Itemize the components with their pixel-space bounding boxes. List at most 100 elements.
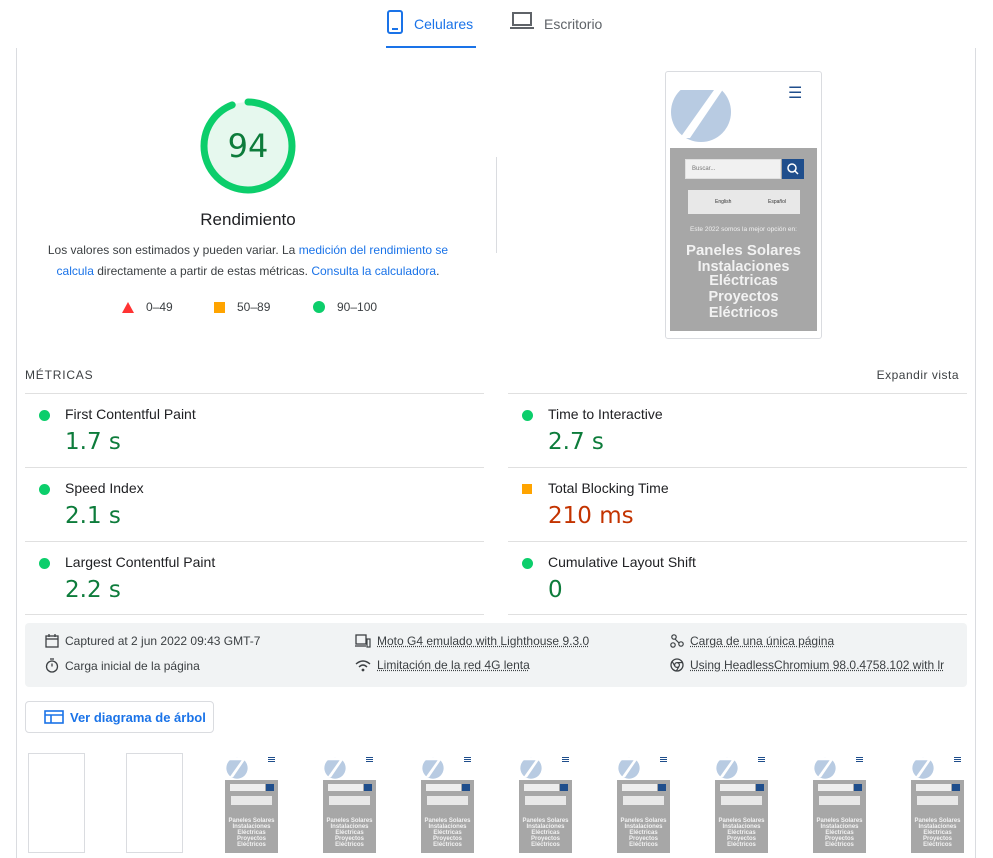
calculator-link[interactable]: Consulta la calculadora — [311, 264, 436, 278]
filmstrip-frame — [28, 753, 85, 853]
thumbnail-language-bar — [917, 796, 958, 805]
site-logo-icon — [618, 755, 640, 779]
info-text: Carga inicial de la página — [65, 659, 200, 673]
info-text: Moto G4 emulado with Lighthouse 9.3.0 — [377, 634, 589, 648]
hamburger-menu-icon — [464, 757, 471, 762]
metric-name: Time to Interactive — [548, 406, 663, 422]
info-text: Limitación de la red 4G lenta — [377, 658, 530, 672]
filmstrip-frame: Paneles Solares Instalaciones Eléctricas Pr… — [420, 753, 477, 853]
metric-total-blocking-time: Total Blocking Time 210 ms — [508, 468, 968, 542]
metric-name: Largest Contentful Paint — [65, 554, 215, 570]
wifi-icon — [355, 659, 371, 672]
thumbnail-hero: Paneles Solares Instalaciones Eléctricas Pr… — [519, 780, 572, 853]
metric-largest-contentful-paint: Largest Contentful Paint 2.2 s — [25, 542, 485, 616]
site-logo-icon — [226, 755, 248, 779]
thumbnail-headline: Paneles Solares Instalaciones Eléctricas Pr… — [519, 818, 572, 848]
treemap-button[interactable]: Ver diagrama de árbol — [25, 701, 214, 733]
hamburger-menu-icon — [954, 757, 961, 762]
thumbnail-headline: Paneles Solares Instalaciones Eléctricas Pr… — [911, 818, 964, 848]
legend-pass: 90–100 — [313, 300, 377, 314]
pass-indicator-icon — [39, 484, 50, 495]
filmstrip-frame: Paneles Solares Instalaciones Eléctricas Pr… — [224, 753, 281, 853]
hamburger-menu-icon — [366, 757, 373, 762]
thumbnail-line: Eléctricos — [421, 842, 474, 848]
filmstrip-frame: Paneles Solares Instalaciones Eléctricas Pr… — [616, 753, 673, 853]
tab-desktop[interactable]: Escritorio — [510, 10, 620, 48]
tab-mobile-label: Celulares — [414, 16, 473, 32]
timer-icon — [45, 658, 59, 673]
thumbnail-search — [524, 784, 559, 791]
expand-view-toggle[interactable]: Expandir vista — [877, 368, 959, 382]
pass-indicator-icon — [39, 558, 50, 569]
metric-speed-index: Speed Index 2.1 s — [25, 468, 485, 542]
metrics-title: MÉTRICAS — [25, 368, 93, 382]
thumbnail-language-bar — [721, 796, 762, 805]
thumbnail-search — [328, 784, 363, 791]
info-throttling[interactable]: Limitación de la red 4G lenta — [355, 658, 530, 672]
thumbnail-line: Eléctricos — [225, 842, 278, 848]
desc-text-3: . — [436, 264, 439, 278]
thumbnail-line: Eléctricos — [911, 842, 964, 848]
legend-average: 50–89 — [214, 300, 270, 314]
filmstrip-frame: Paneles Solares Instalaciones Eléctricas Pr… — [714, 753, 771, 853]
thumbnail-language-bar — [329, 796, 370, 805]
thumbnail-language-bar — [623, 796, 664, 805]
thumbnail-hero: Paneles Solares Instalaciones Eléctricas Pr… — [617, 780, 670, 853]
site-logo-icon — [814, 755, 836, 779]
filmstrip-frame: Paneles Solares Instalaciones Eléctricas Pr… — [910, 753, 967, 853]
screenshot-lang-en: English — [715, 199, 731, 205]
thumbnail-line: Eléctricos — [813, 842, 866, 848]
hamburger-menu-icon — [562, 757, 569, 762]
divider — [496, 157, 497, 253]
thumbnail-headline: Paneles Solares Instalaciones Eléctricas Pr… — [225, 818, 278, 848]
thumbnail-hero: Paneles Solares Instalaciones Eléctricas Pr… — [421, 780, 474, 853]
info-session[interactable]: Carga de una única página — [670, 634, 834, 648]
treemap-icon — [44, 710, 64, 724]
calendar-icon — [45, 634, 59, 648]
info-device[interactable]: Moto G4 emulado with Lighthouse 9.3.0 — [355, 634, 589, 648]
tab-mobile[interactable]: Celulares — [386, 10, 476, 48]
thumbnail-language-bar — [231, 796, 272, 805]
info-browser[interactable]: Using HeadlessChromium 98.0.4758.102 wit… — [670, 658, 944, 672]
hamburger-menu-icon — [758, 757, 765, 762]
thumbnail-search-button — [364, 784, 372, 791]
triangle-icon — [122, 302, 134, 313]
thumbnail-search — [426, 784, 461, 791]
thumbnail-language-bar — [525, 796, 566, 805]
form-factor-tabs: Celulares Escritorio — [0, 0, 993, 48]
filmstrip-frame — [126, 753, 183, 853]
screenshot-language-bar: English Español — [688, 190, 800, 214]
metric-name: Cumulative Layout Shift — [548, 554, 696, 570]
screenshot-tagline: Este 2022 somos la mejor opción en: — [670, 226, 817, 233]
info-text: Using HeadlessChromium 98.0.4758.102 wit… — [690, 658, 944, 672]
thumbnail-line: Eléctricos — [323, 842, 376, 848]
thumbnail-search — [622, 784, 657, 791]
devices-icon — [355, 634, 371, 648]
screenshot-lang-es: Español — [768, 199, 786, 205]
screenshot-hero: Buscar... English Español Este 2022 somo… — [670, 148, 817, 331]
chrome-icon — [670, 658, 684, 672]
metric-value: 210 ms — [548, 503, 634, 529]
thumbnail-search-button — [854, 784, 862, 791]
metric-value: 2.2 s — [65, 577, 121, 603]
info-text: Carga de una única página — [690, 634, 834, 648]
thumbnail-hero: Paneles Solares Instalaciones Eléctricas Pr… — [323, 780, 376, 853]
metric-name: First Contentful Paint — [65, 406, 196, 422]
thumbnail-search-button — [266, 784, 274, 791]
search-icon — [782, 159, 804, 179]
thumbnail-headline: Paneles Solares Instalaciones Eléctricas Pr… — [813, 818, 866, 848]
average-indicator-icon — [522, 484, 532, 494]
thumbnail-language-bar — [427, 796, 468, 805]
thumbnail-hero: Paneles Solares Instalaciones Eléctricas Pr… — [225, 780, 278, 853]
legend-average-range: 50–89 — [237, 300, 270, 314]
metric-value: 2.7 s — [548, 429, 604, 455]
thumbnail-language-bar — [819, 796, 860, 805]
desc-text-2: directamente a partir de estas métricas. — [94, 264, 311, 278]
legend-pass-range: 90–100 — [337, 300, 377, 314]
site-logo-icon — [716, 755, 738, 779]
screenshot-line: Eléctricas — [670, 274, 817, 289]
divider — [25, 614, 484, 615]
legend-fail-range: 0–49 — [146, 300, 173, 314]
metric-time-to-interactive: Time to Interactive 2.7 s — [508, 394, 968, 468]
hamburger-menu-icon — [268, 757, 275, 762]
